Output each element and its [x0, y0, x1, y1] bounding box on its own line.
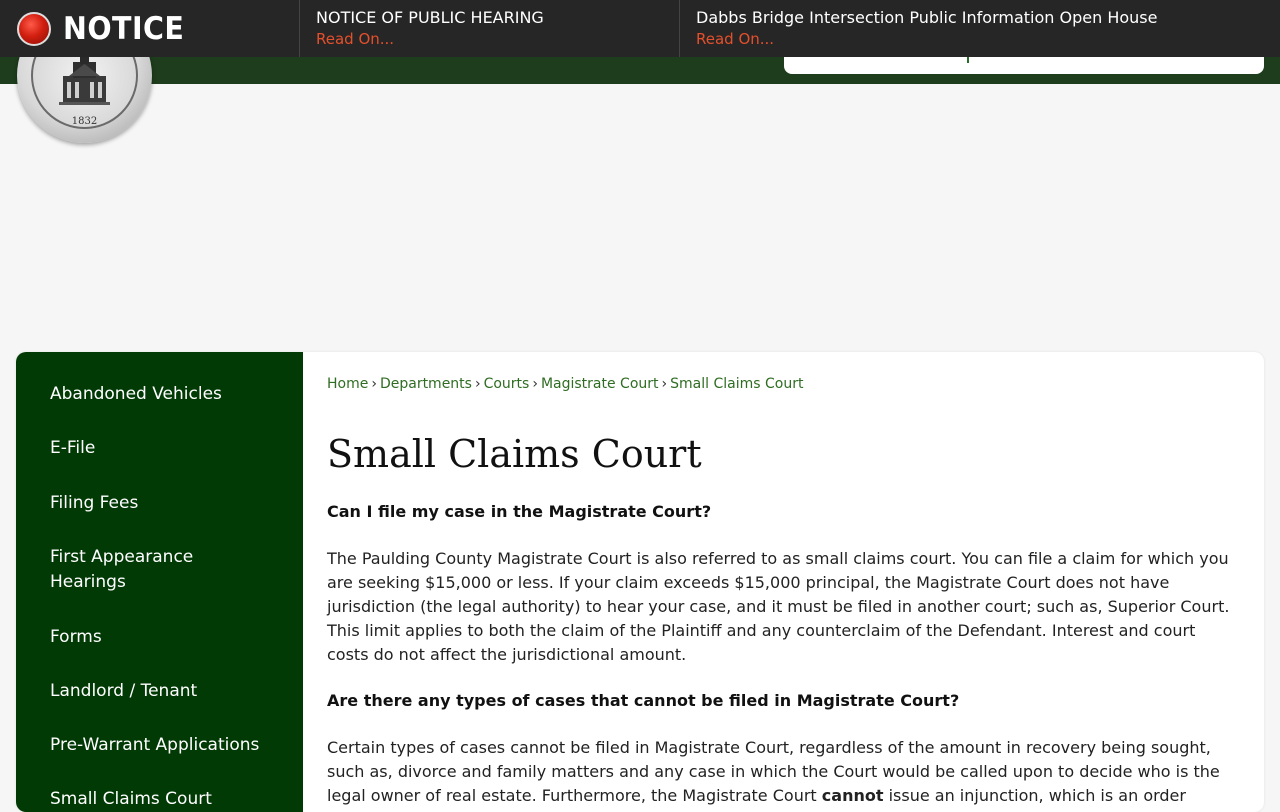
sidebar-item-first-appearance-hearings[interactable]: First Appearance Hearings [50, 545, 210, 595]
notice-item[interactable]: Dabbs Bridge Intersection Public Informa… [680, 0, 1280, 57]
sidebar-item-landlord-tenant[interactable]: Landlord / Tenant [50, 679, 280, 704]
breadcrumb-separator: › [371, 376, 377, 392]
breadcrumb-home[interactable]: Home [327, 376, 368, 392]
sidebar-item-forms[interactable]: Forms [50, 625, 280, 650]
breadcrumb-separator: › [532, 376, 538, 392]
read-on-link[interactable]: Read On... [696, 28, 1280, 50]
sidebar-nav: Abandoned Vehicles E-File Filing Fees Fi… [16, 352, 303, 812]
notice-item[interactable]: NOTICE OF PUBLIC HEARING Read On... [300, 0, 680, 57]
sidebar-item-abandoned-vehicles[interactable]: Abandoned Vehicles [50, 382, 280, 407]
notice-label: NOTICE [0, 0, 300, 57]
breadcrumb-magistrate-court[interactable]: Magistrate Court [541, 376, 659, 392]
read-on-link[interactable]: Read On... [316, 28, 679, 50]
emphasis-text: cannot [821, 786, 884, 805]
breadcrumb-separator: › [661, 376, 668, 392]
sidebar-item-filing-fees[interactable]: Filing Fees [50, 491, 280, 516]
answer-paragraph: The Paulding County Magistrate Court is … [327, 549, 1230, 664]
notice-bar: NOTICE NOTICE OF PUBLIC HEARING Read On.… [0, 0, 1280, 57]
notice-item-title: NOTICE OF PUBLIC HEARING [316, 8, 544, 27]
notice-item-title: Dabbs Bridge Intersection Public Informa… [696, 8, 1158, 27]
seal-year: 1832 [71, 116, 98, 127]
question-heading: Can I file my case in the Magistrate Cou… [327, 502, 712, 521]
sidebar-item-pre-warrant-applications[interactable]: Pre-Warrant Applications [50, 733, 280, 758]
search-input[interactable] [784, 57, 1264, 74]
breadcrumb-departments[interactable]: Departments [380, 376, 472, 392]
search-cursor [967, 57, 969, 63]
breadcrumb-separator: › [474, 376, 481, 392]
notice-heading: NOTICE [63, 10, 185, 47]
breadcrumb-courts[interactable]: Courts [484, 376, 530, 392]
sidebar-item-e-file[interactable]: E-File [50, 436, 280, 461]
answer-paragraph: Certain types of cases cannot be filed i… [327, 736, 1241, 812]
alert-dot-icon [17, 11, 51, 46]
page-title: Small Claims Court [327, 432, 702, 476]
breadcrumb: Home › Departments › Courts › Magistrate Court… [327, 376, 803, 392]
question-heading: Are there any types of cases that cannot… [327, 691, 960, 710]
main-card: Abandoned Vehicles E-File Filing Fees Fi… [16, 352, 1264, 812]
breadcrumb-small-claims-court[interactable]: Small Claims Court [670, 376, 803, 392]
